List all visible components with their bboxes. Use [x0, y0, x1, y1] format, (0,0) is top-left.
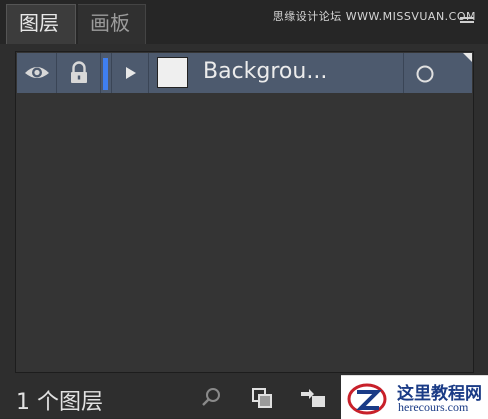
visibility-toggle[interactable] [17, 53, 57, 93]
lock-toggle[interactable] [57, 53, 101, 93]
site-badge: 这里教程网 herecours.com [341, 375, 488, 419]
target-toggle[interactable] [403, 53, 472, 93]
layer-thumbnail [157, 57, 188, 88]
circle-target-icon [416, 65, 434, 83]
search-icon[interactable] [199, 386, 223, 410]
layer-count: 1 个图层 [16, 390, 103, 415]
tab-artboards[interactable]: 画板 [78, 4, 146, 44]
layers-panel: 图层 画板 思缘设计论坛 WWW.MISSVUAN.COM Backgrou..… [0, 0, 488, 419]
site-logo-icon [347, 383, 387, 415]
layer-name[interactable]: Backgrou... [203, 53, 327, 93]
triangle-right-icon [126, 67, 136, 79]
tab-layers[interactable]: 图层 [6, 4, 76, 44]
layer-row[interactable]: Backgrou... [17, 53, 472, 93]
lock-icon [71, 61, 87, 83]
watermark-text: 思缘设计论坛 WWW.MISSVUAN.COM [272, 10, 476, 23]
eye-icon [25, 67, 49, 78]
layer-color-indicator [103, 58, 108, 90]
expand-toggle[interactable] [111, 53, 149, 93]
move-to-layer-icon[interactable] [299, 386, 329, 410]
layers-list: Backgrou... [15, 51, 474, 373]
collect-icon[interactable] [250, 386, 274, 410]
panel-menu-icon[interactable] [460, 17, 474, 27]
tab-bar: 图层 画板 思缘设计论坛 WWW.MISSVUAN.COM [0, 0, 488, 44]
site-url: herecours.com [398, 400, 469, 414]
selection-corner-icon [463, 53, 472, 62]
